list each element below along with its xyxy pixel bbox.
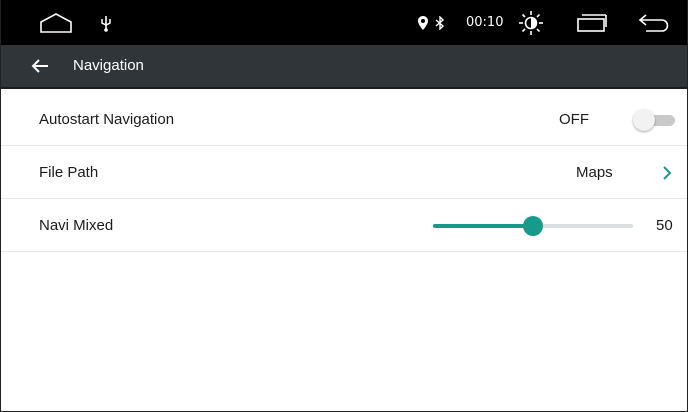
navi-mixed-slider[interactable] xyxy=(433,215,633,237)
arrow-left-icon xyxy=(31,59,48,73)
setting-row-autostart-navigation[interactable]: Autostart Navigation OFF xyxy=(1,93,687,146)
clock-time: 00:10 xyxy=(466,15,504,30)
file-path-label: File Path xyxy=(39,164,99,181)
screen: 00:10 Navigation Autostart Navigation OF… xyxy=(0,0,688,412)
autostart-navigation-label: Autostart Navigation xyxy=(39,111,175,128)
navi-mixed-value: 50 xyxy=(656,217,673,234)
toggle-thumb xyxy=(633,109,655,131)
brightness-icon[interactable] xyxy=(516,0,546,45)
page-title: Navigation xyxy=(73,57,144,74)
settings-list: Autostart Navigation OFF File Path Maps … xyxy=(1,93,687,252)
chevron-right-icon[interactable] xyxy=(655,146,679,199)
title-bar: Navigation xyxy=(1,45,687,89)
back-arrow-icon[interactable] xyxy=(637,0,671,45)
slider-thumb[interactable] xyxy=(523,216,543,236)
bluetooth-icon xyxy=(433,0,447,45)
navi-mixed-label: Navi Mixed xyxy=(39,217,114,234)
setting-row-file-path[interactable]: File Path Maps xyxy=(1,146,687,199)
usb-icon xyxy=(95,0,117,45)
location-pin-icon xyxy=(415,0,431,45)
status-bar: 00:10 xyxy=(1,0,687,45)
setting-row-navi-mixed: Navi Mixed 50 xyxy=(1,199,687,252)
home-icon[interactable] xyxy=(37,0,75,45)
autostart-status-text: OFF xyxy=(559,111,589,128)
recent-apps-icon[interactable] xyxy=(575,0,609,45)
slider-fill xyxy=(433,224,533,228)
back-button[interactable] xyxy=(23,45,57,87)
file-path-value: Maps xyxy=(576,164,613,181)
autostart-toggle[interactable] xyxy=(633,109,677,131)
